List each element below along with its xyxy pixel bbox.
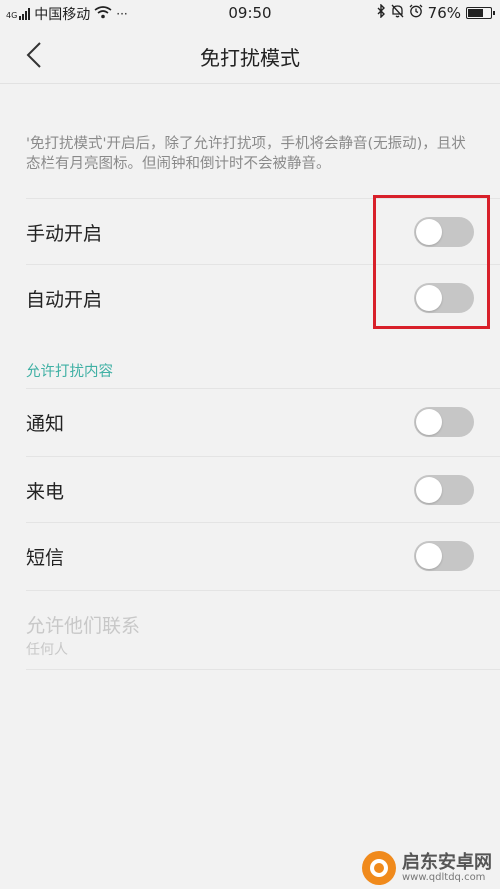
battery-percent: 76% — [427, 4, 461, 22]
sms-toggle[interactable] — [414, 541, 474, 571]
auto-enable-label: 自动开启 — [26, 289, 103, 311]
incoming-call-row[interactable]: 来电 — [26, 456, 500, 522]
nav-bar: 免打扰模式 — [0, 28, 500, 84]
toggle-knob — [416, 285, 442, 311]
incoming-call-toggle[interactable] — [414, 475, 474, 505]
sms-row[interactable]: 短信 — [26, 522, 500, 588]
watermark-name: 启东安卓网 — [402, 851, 492, 873]
bell-muted-icon — [391, 4, 404, 22]
status-right: 76% — [377, 3, 495, 22]
battery-icon — [466, 7, 495, 19]
toggle-knob — [416, 543, 442, 569]
allow-contacts-value: 任何人 — [26, 642, 68, 658]
status-bar: 4G 中国移动 ··· 09:50 76% — [0, 0, 500, 28]
alarm-icon — [409, 4, 423, 22]
manual-enable-toggle[interactable] — [414, 217, 474, 247]
battery-fill — [468, 9, 483, 17]
sms-label: 短信 — [26, 547, 65, 569]
allow-section-header: 允许打扰内容 — [26, 364, 113, 380]
manual-enable-row[interactable]: 手动开启 — [26, 198, 500, 264]
auto-enable-toggle[interactable] — [414, 283, 474, 313]
toggle-knob — [416, 409, 442, 435]
toggle-knob — [416, 477, 442, 503]
bluetooth-icon — [377, 3, 386, 22]
watermark-url: www.qdltdq.com — [402, 872, 486, 884]
allow-contacts-row: 允许他们联系 任何人 — [26, 590, 500, 670]
incoming-call-label: 来电 — [26, 481, 65, 503]
watermark: 启东安卓网 www.qdltdq.com — [362, 851, 492, 885]
mode-description: '免打扰模式'开启后，除了允许打扰项，手机将会静音(无振动)，且状态栏有月亮图标… — [26, 136, 466, 172]
notification-row[interactable]: 通知 — [26, 388, 500, 454]
manual-enable-label: 手动开启 — [26, 223, 103, 245]
watermark-text: 启东安卓网 www.qdltdq.com — [402, 851, 492, 884]
allow-contacts-title: 允许他们联系 — [26, 615, 141, 637]
page-title: 免打扰模式 — [200, 46, 300, 70]
notification-toggle[interactable] — [414, 407, 474, 437]
auto-enable-row[interactable]: 自动开启 — [26, 264, 500, 330]
watermark-logo-icon — [362, 851, 396, 885]
toggle-knob — [416, 219, 442, 245]
notification-label: 通知 — [26, 413, 65, 435]
